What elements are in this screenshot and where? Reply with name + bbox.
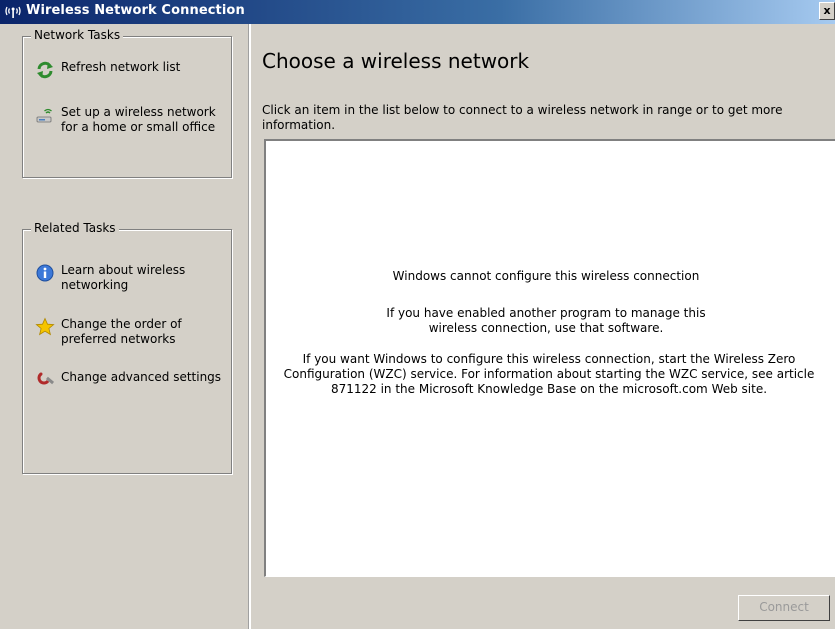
- instructions-text: Click an item in the list below to conne…: [262, 103, 783, 132]
- wireless-network-list[interactable]: Windows cannot configure this wireless c…: [264, 139, 835, 577]
- learn-wireless-label: Learn about wireless networking: [61, 263, 186, 292]
- network-tasks-group: Network Tasks Refresh network list Set u…: [22, 28, 232, 178]
- change-order-link[interactable]: Change the order of preferred networks: [35, 317, 225, 347]
- learn-wireless-link[interactable]: Learn about wireless networking: [35, 263, 225, 293]
- refresh-network-list-link[interactable]: Refresh network list: [35, 60, 225, 80]
- setup-wireless-network-label: Set up a wireless network for a home or …: [61, 105, 216, 134]
- wireless-network-icon: [5, 6, 21, 18]
- change-order-label: Change the order of preferred networks: [61, 317, 182, 346]
- info-icon: [36, 264, 54, 282]
- related-tasks-title: Related Tasks: [31, 221, 119, 235]
- pane-divider: [248, 24, 251, 629]
- change-advanced-settings-label: Change advanced settings: [61, 370, 222, 384]
- error-message-other-program: If you have enabled another program to m…: [386, 306, 706, 335]
- page-title: Choose a wireless network: [262, 49, 530, 73]
- window-title: Wireless Network Connection: [26, 3, 245, 18]
- error-message-title: Windows cannot configure this wireless c…: [392, 269, 700, 283]
- settings-icon: [37, 372, 55, 385]
- error-message-wzc: If you want Windows to configure this wi…: [283, 352, 815, 396]
- setup-wireless-network-link[interactable]: Set up a wireless network for a home or …: [35, 105, 225, 135]
- related-tasks-group: Related Tasks Learn about wireless netwo…: [22, 221, 232, 474]
- change-advanced-settings-link[interactable]: Change advanced settings: [35, 370, 225, 390]
- network-tasks-title: Network Tasks: [31, 28, 124, 42]
- task-pane: Network Tasks Refresh network list Set u…: [0, 24, 248, 629]
- close-button[interactable]: x: [819, 2, 835, 20]
- refresh-network-list-label: Refresh network list: [61, 60, 181, 74]
- refresh-icon: [37, 61, 53, 79]
- connect-button[interactable]: Connect: [738, 595, 830, 621]
- star-icon: [35, 317, 55, 336]
- wireless-setup-icon: [36, 108, 52, 123]
- title-bar[interactable]: Wireless Network Connection x: [0, 0, 835, 24]
